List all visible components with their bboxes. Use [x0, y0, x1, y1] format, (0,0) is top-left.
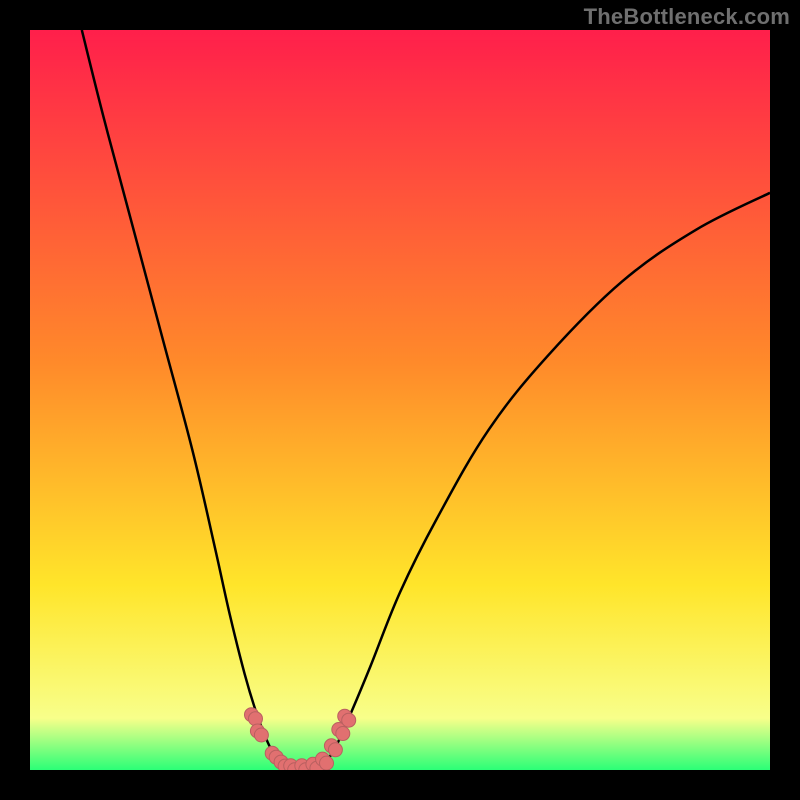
chart-svg [30, 30, 770, 770]
watermark: TheBottleneck.com [584, 4, 790, 30]
plot-area [30, 30, 770, 770]
gradient-bg [30, 30, 770, 770]
chart-frame: TheBottleneck.com [0, 0, 800, 800]
